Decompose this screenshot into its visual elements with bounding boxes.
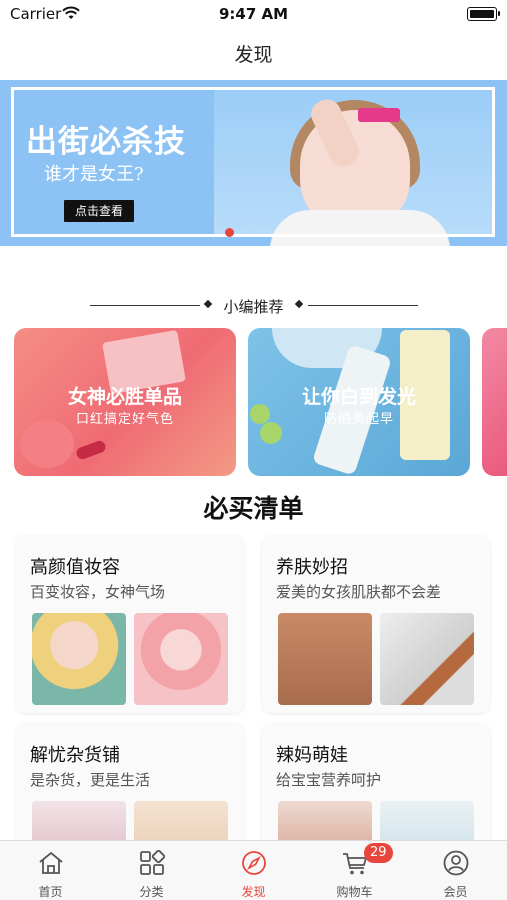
cart-count-badge: 29 (364, 843, 393, 863)
tab-label: 发现 (241, 885, 266, 899)
banner-view-button[interactable]: 点击查看 (64, 200, 134, 222)
must-buy-card[interactable]: 养肤妙招 爱美的女孩肌肤都不会差 (262, 535, 490, 713)
card-subtitle: 爱美的女孩肌肤都不会差 (276, 583, 442, 601)
promo-banner[interactable]: 出街必杀技 谁才是女王? 点击查看 (0, 80, 507, 246)
editor-picks-header: 小编推荐 (0, 293, 507, 317)
status-bar: Carrier 9:47 AM (0, 0, 507, 28)
section-label: 小编推荐 (223, 298, 284, 316)
tab-home[interactable]: 首页 (0, 841, 101, 900)
editor-pick-subtitle: 口红搞定好气色 (75, 412, 174, 427)
editor-pick-subtitle: 防晒美起早 (323, 412, 394, 427)
card-subtitle: 是杂货，更是生活 (30, 771, 151, 789)
clock: 9:47 AM (218, 5, 289, 23)
editor-pick-card-partial[interactable] (482, 328, 507, 476)
banner-headline: 出街必杀技 (26, 124, 186, 160)
must-buy-card[interactable]: 高颜值妆容 百变妆容，女神气场 (16, 535, 244, 713)
card-title: 养肤妙招 (276, 557, 348, 578)
banner-subtitle: 谁才是女王? (44, 164, 144, 185)
lipstick-image (74, 439, 108, 461)
tab-cart[interactable]: 29 购物车 (304, 841, 405, 900)
grid-icon (140, 849, 166, 875)
nav-bar: 发现 (0, 28, 507, 78)
tab-category[interactable]: 分类 (101, 841, 202, 900)
must-buy-title: 必买清单 (203, 494, 304, 523)
editor-pick-card[interactable]: 让你白到发光 防晒美起早 (248, 328, 470, 476)
tab-label: 会员 (443, 885, 468, 899)
editor-pick-title: 让你白到发光 (301, 386, 416, 408)
card-title: 解忧杂货铺 (30, 745, 120, 766)
card-subtitle: 百变妆容，女神气场 (30, 583, 166, 601)
tab-label: 购物车 (336, 885, 373, 899)
tab-discover[interactable]: 发现 (203, 841, 304, 900)
user-icon (443, 850, 469, 876)
tab-label: 分类 (139, 885, 164, 899)
card-title: 辣妈萌娃 (276, 745, 348, 766)
product-image (278, 613, 372, 705)
card-subtitle: 给宝宝营养呵护 (276, 771, 382, 789)
tab-member[interactable]: 会员 (405, 841, 506, 900)
battery-icon (467, 7, 500, 21)
editor-pick-card[interactable]: 女神必胜单品 口红搞定好气色 (14, 328, 236, 476)
page-title: 发现 (234, 44, 273, 66)
product-image (32, 613, 126, 705)
product-image (380, 613, 474, 705)
home-icon (39, 851, 63, 874)
editor-pick-title: 女神必胜单品 (67, 386, 182, 408)
card-title: 高颜值妆容 (30, 557, 120, 578)
tab-bar: 首页 分类 发现 29 购物车 会员 (0, 840, 507, 900)
tab-label: 首页 (38, 885, 63, 899)
banner-page-indicator (225, 228, 234, 237)
compass-icon (242, 851, 266, 875)
product-image (134, 613, 228, 705)
